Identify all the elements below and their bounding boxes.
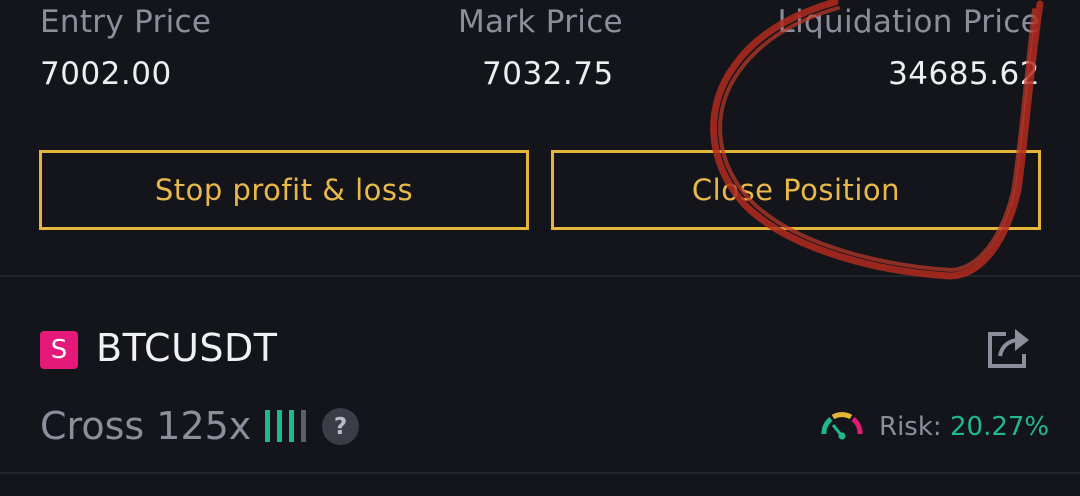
stop-profit-loss-button[interactable]: Stop profit & loss: [39, 150, 529, 230]
gauge-icon: [821, 412, 863, 440]
mark-price-label: Mark Price: [458, 4, 623, 40]
risk-value: 20.27%: [950, 412, 1050, 442]
help-icon[interactable]: ?: [322, 408, 359, 445]
close-position-button[interactable]: Close Position: [551, 150, 1041, 230]
entry-price-label: Entry Price: [40, 4, 212, 40]
leverage-bar: [301, 410, 306, 442]
margin-mode-leverage: Cross 125x: [40, 404, 251, 448]
mark-price-value: 7032.75: [482, 56, 614, 92]
leverage-level-bars: [265, 410, 306, 442]
liquidation-price-label: Liquidation Price: [777, 4, 1040, 40]
contract-symbol: BTCUSDT: [96, 326, 278, 370]
share-icon[interactable]: [986, 326, 1032, 370]
risk-label: Risk:: [879, 412, 942, 442]
leverage-bar: [265, 410, 270, 442]
leverage-bar: [289, 410, 294, 442]
leverage-value: 125x: [156, 404, 252, 448]
entry-price-value: 7002.00: [40, 56, 172, 92]
leverage-bar: [277, 410, 282, 442]
side-badge: S: [40, 331, 78, 369]
liquidation-price-value: 34685.62: [888, 56, 1040, 92]
section-divider: [0, 275, 1080, 277]
bottom-divider: [0, 472, 1080, 474]
margin-mode: Cross: [40, 404, 145, 448]
position-card: Entry Price Mark Price Liquidation Price…: [0, 0, 1080, 496]
